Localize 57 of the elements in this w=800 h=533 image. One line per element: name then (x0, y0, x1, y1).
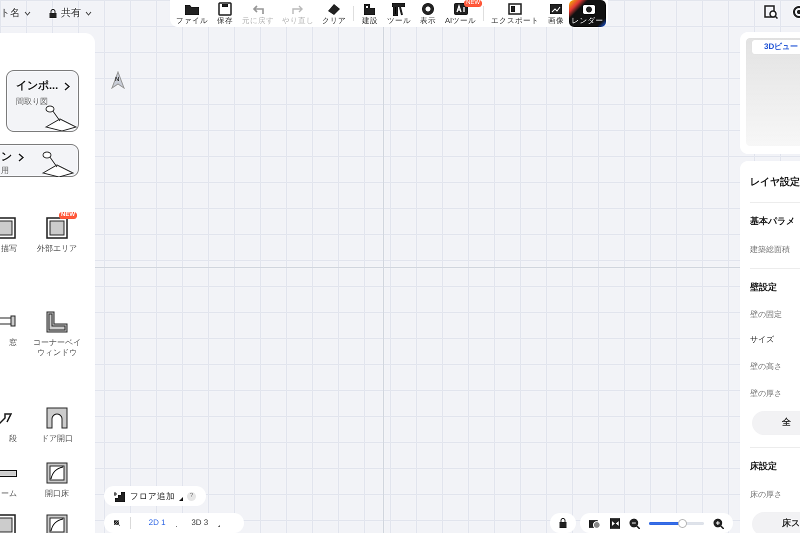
add-floor-button[interactable]: フロア追加 (130, 490, 175, 502)
chevron-right-icon (64, 82, 70, 90)
framed-square-icon (45, 216, 69, 240)
panel-title: レイヤ設定 (750, 175, 800, 190)
door-opening-icon (45, 406, 69, 430)
field-label: 壁の厚さ (750, 388, 783, 400)
caret-icon (218, 524, 220, 528)
card-subtitle: 間取り図 (16, 96, 48, 108)
beam-icon (0, 470, 17, 476)
view-label[interactable]: 3Dビュー (752, 40, 800, 54)
section-title: 壁設定 (750, 280, 778, 294)
tool-label[interactable]: ドア開口 (32, 434, 82, 444)
share-menu[interactable]: 共有 (61, 6, 81, 21)
section-title: 床設定 (750, 460, 778, 473)
export-icon (506, 1, 524, 16)
caret-icon (179, 497, 183, 501)
tool-label[interactable]: 段 (9, 434, 17, 444)
tool-label[interactable]: 外部エリア (32, 244, 82, 254)
field-label: 壁の高さ (750, 361, 783, 373)
fit-screen-icon (610, 518, 620, 528)
card-title: インポ... (16, 80, 58, 92)
lock-icon (49, 9, 57, 18)
slider-thumb[interactable] (678, 518, 688, 528)
chevron-right-icon (18, 152, 24, 162)
tool-label[interactable]: コーナーベイウィンドウ (32, 338, 82, 358)
tool-label[interactable]: 描写 (1, 244, 17, 254)
tools-icon (390, 1, 408, 16)
apply-button[interactable]: 全 (752, 411, 800, 435)
card-subtitle: 用 (1, 165, 9, 177)
eraser-icon (325, 1, 343, 16)
settings-icon (790, 5, 800, 19)
zoom-slider[interactable] (648, 522, 704, 524)
lock-button[interactable] (550, 513, 576, 533)
view-tab[interactable]: 3D 3 (191, 517, 208, 529)
field-label: 床の厚さ (750, 488, 783, 500)
chevron-down-icon (24, 11, 31, 16)
subsection-label: サイズ (750, 334, 775, 346)
view-tab[interactable]: 2D 1 (148, 517, 166, 529)
stairs-plus-icon (114, 490, 126, 502)
tool-label[interactable]: 窓 (9, 338, 17, 348)
import-card[interactable]: インポ... 間取り図 (6, 70, 79, 132)
apply-button[interactable]: 床ス (752, 512, 800, 533)
section-title: 基本パラメ (750, 215, 796, 228)
card-title: ン (1, 151, 12, 163)
tool-label[interactable]: 開口床 (32, 489, 82, 499)
import-card[interactable]: ン 用 (0, 144, 79, 177)
floor-opening-icon (45, 461, 69, 485)
chevron-down-icon (85, 11, 92, 16)
project-name[interactable]: ト名 (0, 6, 20, 21)
tool-label[interactable]: ーム (1, 489, 17, 499)
corner-window-icon (45, 310, 69, 334)
zoom-in-icon (713, 518, 724, 528)
zoom-out-icon (629, 518, 640, 528)
field-label: 壁の固定 (750, 309, 783, 321)
magnifier-page-icon (764, 5, 778, 19)
field-label: 建築総面積 (750, 244, 791, 256)
lock-icon (559, 518, 567, 528)
